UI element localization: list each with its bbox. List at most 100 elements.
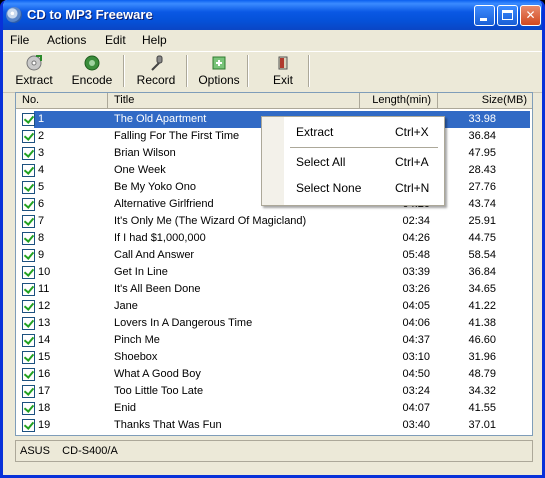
- track-checkbox[interactable]: [22, 164, 35, 177]
- toolbar-separator: [308, 55, 310, 87]
- exit-button[interactable]: Exit: [265, 53, 301, 89]
- context-select-none[interactable]: Select None Ctrl+N: [263, 177, 443, 199]
- track-title: Shoebox: [114, 351, 158, 363]
- track-number: 7: [38, 215, 45, 227]
- track-checkbox[interactable]: [22, 266, 35, 279]
- track-checkbox[interactable]: [22, 334, 35, 347]
- track-checkbox[interactable]: [22, 198, 35, 211]
- table-row[interactable]: 8 If I had $1,000,000 04:26 44.75: [16, 230, 532, 247]
- track-checkbox[interactable]: [22, 232, 35, 245]
- column-header-size[interactable]: Size(MB): [438, 93, 532, 109]
- track-checkbox[interactable]: [22, 147, 35, 160]
- options-button[interactable]: Options: [196, 53, 242, 89]
- list-header: No. Title Length(min) Size(MB): [16, 93, 532, 109]
- track-size: 34.32: [468, 385, 496, 397]
- track-checkbox[interactable]: [22, 317, 35, 330]
- track-title: One Week: [114, 164, 166, 176]
- exit-label: Exit: [272, 73, 293, 87]
- track-number: 12: [38, 300, 51, 312]
- table-row[interactable]: 11 It's All Been Done 03:26 34.65: [16, 281, 532, 298]
- table-row[interactable]: 7 It's Only Me (The Wizard Of Magicland) 0…: [16, 213, 532, 230]
- context-extract[interactable]: Extract Ctrl+X: [263, 121, 443, 143]
- table-row[interactable]: 17 Too Little Too Late 03:24 34.32: [16, 383, 532, 400]
- extract-button[interactable]: Extract: [14, 53, 54, 89]
- track-size: 36.84: [468, 130, 496, 142]
- track-length: 03:26: [402, 283, 430, 295]
- context-menu: Extract Ctrl+X Select All Ctrl+A Select …: [261, 116, 445, 206]
- track-number: 17: [38, 385, 51, 397]
- track-number: 10: [38, 266, 51, 278]
- table-row[interactable]: 18 Enid 04:07 41.55: [16, 400, 532, 417]
- toolbar-separator: [186, 55, 188, 87]
- context-separator: [290, 147, 438, 148]
- table-row[interactable]: 9 Call And Answer 05:48 58.54: [16, 247, 532, 264]
- track-number: 5: [38, 181, 45, 193]
- column-header-length[interactable]: Length(min): [360, 93, 438, 109]
- table-row[interactable]: 13 Lovers In A Dangerous Time 04:06 41.38: [16, 315, 532, 332]
- track-title: Enid: [114, 402, 137, 414]
- track-size: 41.38: [468, 317, 496, 329]
- track-length: 04:07: [402, 402, 430, 414]
- table-row[interactable]: 16 What A Good Boy 04:50 48.79: [16, 366, 532, 383]
- table-row[interactable]: 19 Thanks That Was Fun 03:40 37.01: [16, 417, 532, 434]
- track-checkbox[interactable]: [22, 215, 35, 228]
- track-size: 48.79: [468, 368, 496, 380]
- menu-actions[interactable]: Actions: [47, 33, 86, 47]
- track-checkbox[interactable]: [22, 351, 35, 364]
- track-length: 04:06: [402, 317, 430, 329]
- title-bar[interactable]: CD to MP3 Freeware ✕: [3, 0, 542, 30]
- track-checkbox[interactable]: [22, 300, 35, 313]
- context-select-none-label: Select None: [296, 181, 362, 195]
- track-length: 03:24: [402, 385, 430, 397]
- encode-button[interactable]: Encode: [67, 53, 117, 89]
- menu-help[interactable]: Help: [142, 33, 167, 47]
- track-number: 3: [38, 147, 45, 159]
- menu-bar: File Actions Edit Help: [3, 30, 542, 50]
- minimize-button[interactable]: [474, 5, 495, 26]
- context-select-all[interactable]: Select All Ctrl+A: [263, 151, 443, 173]
- maximize-icon: [502, 10, 513, 20]
- table-row[interactable]: 10 Get In Line 03:39 36.84: [16, 264, 532, 281]
- track-number: 16: [38, 368, 51, 380]
- track-number: 4: [38, 164, 45, 176]
- track-size: 58.54: [468, 249, 496, 261]
- toolbar: Extract Encode Record Options Exit: [3, 51, 542, 93]
- track-checkbox[interactable]: [22, 113, 35, 126]
- column-header-title[interactable]: Title: [108, 93, 360, 109]
- track-title: The Old Apartment: [114, 113, 207, 125]
- track-length: 03:10: [402, 351, 430, 363]
- track-checkbox[interactable]: [22, 368, 35, 381]
- track-length: 04:26: [402, 232, 430, 244]
- toolbar-separator: [123, 55, 125, 87]
- track-title: What A Good Boy: [114, 368, 201, 380]
- track-checkbox[interactable]: [22, 402, 35, 415]
- table-row[interactable]: 14 Pinch Me 04:37 46.60: [16, 332, 532, 349]
- track-title: Brian Wilson: [114, 147, 176, 159]
- column-header-no[interactable]: No.: [16, 93, 108, 109]
- menu-edit[interactable]: Edit: [105, 33, 126, 47]
- track-checkbox[interactable]: [22, 283, 35, 296]
- track-number: 13: [38, 317, 51, 329]
- record-button[interactable]: Record: [133, 53, 179, 89]
- menu-file[interactable]: File: [10, 33, 29, 47]
- track-checkbox[interactable]: [22, 130, 35, 143]
- track-title: It's Only Me (The Wizard Of Magicland): [114, 215, 307, 227]
- track-length: 04:50: [402, 368, 430, 380]
- track-checkbox[interactable]: [22, 419, 35, 432]
- track-size: 43.74: [468, 198, 496, 210]
- maximize-button[interactable]: [497, 5, 518, 26]
- context-select-all-label: Select All: [296, 155, 346, 169]
- track-size: 36.84: [468, 266, 496, 278]
- table-row[interactable]: 15 Shoebox 03:10 31.96: [16, 349, 532, 366]
- toolbar-separator: [247, 55, 249, 87]
- window-title: CD to MP3 Freeware: [27, 7, 153, 22]
- microphone-icon: [151, 55, 163, 71]
- track-size: 46.60: [468, 334, 496, 346]
- track-checkbox[interactable]: [22, 249, 35, 262]
- track-number: 19: [38, 419, 51, 431]
- track-checkbox[interactable]: [22, 385, 35, 398]
- track-checkbox[interactable]: [22, 181, 35, 194]
- table-row[interactable]: 12 Jane 04:05 41.22: [16, 298, 532, 315]
- drive-status: ASUS CD-S400/A: [20, 445, 118, 457]
- close-button[interactable]: ✕: [520, 5, 541, 26]
